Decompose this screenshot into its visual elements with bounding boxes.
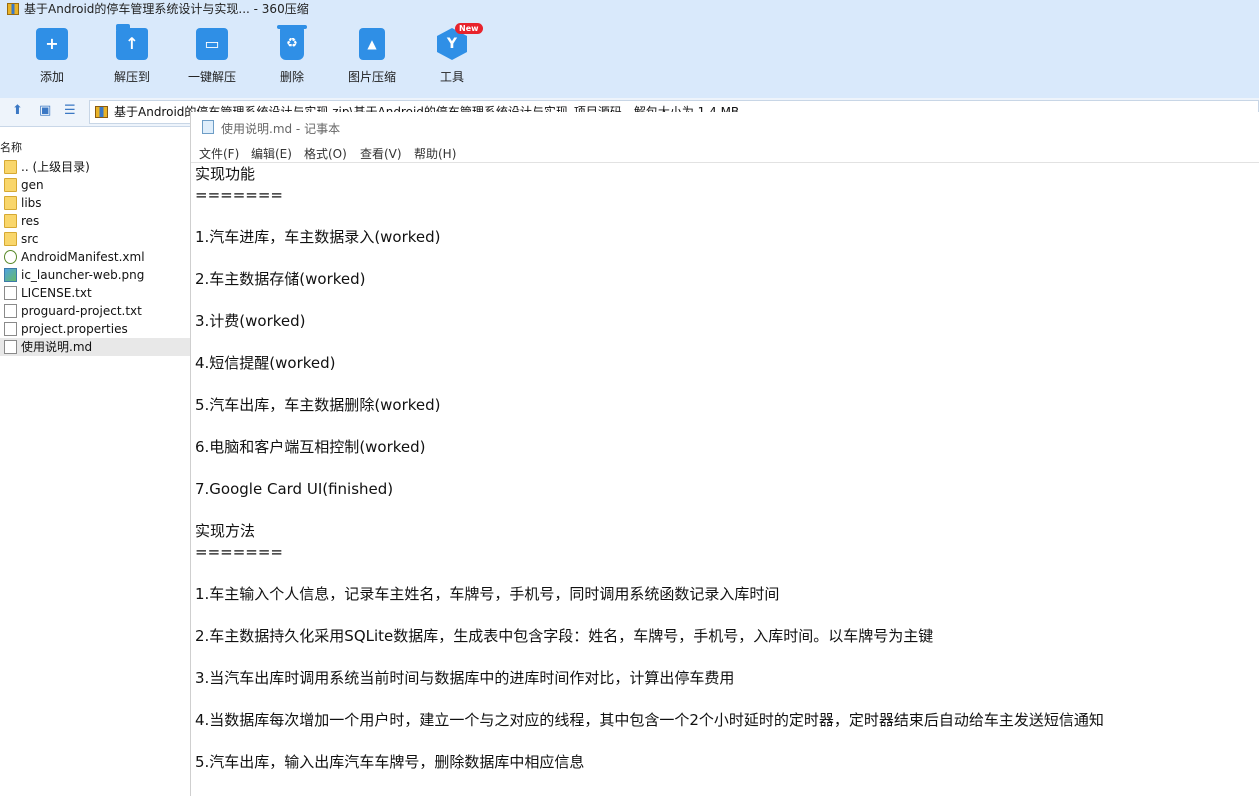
text-file-icon <box>4 286 17 300</box>
tools-label: 工具 <box>439 70 464 84</box>
thumbnail-view-icon[interactable]: ▣ <box>39 104 51 118</box>
image-compress-button[interactable]: ▲ 图片压缩 <box>337 28 407 85</box>
list-item-src[interactable]: src <box>0 230 190 248</box>
text-line: 实现方法 <box>195 522 256 540</box>
notepad-icon <box>202 120 214 134</box>
notepad-titlebar: 使用说明.md - 记事本 <box>191 112 1259 142</box>
menu-view[interactable]: 查看(V) <box>360 145 402 162</box>
text-line: 1.汽车进库，车主数据录入(worked) <box>195 228 441 246</box>
extract-to-icon: ↑ <box>116 24 148 60</box>
text-file-icon <box>4 304 17 318</box>
text-line: ======= <box>195 543 283 561</box>
text-line: 2.车主数据存储(worked) <box>195 270 366 288</box>
archive-icon <box>95 106 108 118</box>
menu-help[interactable]: 帮助(H) <box>414 145 456 162</box>
text-line: 1.车主输入个人信息，记录车主姓名，车牌号，手机号，同时调用系统函数记录入库时间 <box>195 585 780 603</box>
file-list: .. (上级目录) gen libs res src AndroidManife… <box>0 158 190 356</box>
text-line: 4.短信提醒(worked) <box>195 354 336 372</box>
folder-icon <box>4 232 17 246</box>
window-title: 基于Android的停车管理系统设计与实现... - 360压缩 <box>24 2 309 16</box>
add-icon: + <box>36 28 68 60</box>
text-line: ======= <box>195 186 283 204</box>
list-item-manifest[interactable]: AndroidManifest.xml <box>0 248 190 266</box>
extract-to-label: 解压到 <box>113 70 150 84</box>
list-item-launcher-png[interactable]: ic_launcher-web.png <box>0 266 190 284</box>
tools-button[interactable]: Y 工具 <box>417 28 487 85</box>
one-click-extract-label: 一键解压 <box>187 70 236 84</box>
list-item-readme[interactable]: 使用说明.md <box>0 338 190 356</box>
menu-format[interactable]: 格式(O) <box>304 145 347 162</box>
text-file-icon <box>4 322 17 336</box>
list-item-properties[interactable]: project.properties <box>0 320 190 338</box>
folder-icon <box>4 178 17 192</box>
text-file-icon <box>4 340 17 354</box>
notepad-window: 使用说明.md - 记事本 文件(F) 编辑(E) 格式(O) 查看(V) 帮助… <box>190 112 1259 796</box>
notepad-title: 使用说明.md - 记事本 <box>221 122 341 136</box>
text-line: 6.电脑和客户端互相控制(worked) <box>195 438 426 456</box>
notepad-text-area[interactable]: 实现功能 ======= 1.汽车进库，车主数据录入(worked) 2.车主数… <box>191 162 1259 797</box>
folder-icon <box>4 214 17 228</box>
menu-edit[interactable]: 编辑(E) <box>251 145 292 162</box>
text-line: 实现功能 <box>195 165 256 183</box>
folder-icon <box>4 160 17 174</box>
image-compress-icon: ▲ <box>359 28 385 60</box>
add-button[interactable]: + 添加 <box>17 28 87 85</box>
list-item-parent[interactable]: .. (上级目录) <box>0 158 190 176</box>
list-item-res[interactable]: res <box>0 212 190 230</box>
list-item-license[interactable]: LICENSE.txt <box>0 284 190 302</box>
one-click-extract-icon: ▭ <box>196 28 228 60</box>
up-arrow-icon[interactable]: ⬆ <box>12 104 23 118</box>
delete-label: 删除 <box>279 70 304 84</box>
text-line: 3.计费(worked) <box>195 312 306 330</box>
notepad-menubar: 文件(F) 编辑(E) 格式(O) 查看(V) 帮助(H) <box>191 142 1259 162</box>
list-item-proguard[interactable]: proguard-project.txt <box>0 302 190 320</box>
image-file-icon <box>4 268 17 282</box>
list-item-gen[interactable]: gen <box>0 176 190 194</box>
text-line: 3.当汽车出库时调用系统当前时间与数据库中的进库时间作对比，计算出停车费用 <box>195 669 735 687</box>
delete-button[interactable]: ♻ 删除 <box>257 25 327 85</box>
xml-file-icon <box>4 250 17 264</box>
image-compress-label: 图片压缩 <box>347 70 396 84</box>
list-item-libs[interactable]: libs <box>0 194 190 212</box>
name-column-header[interactable]: 名称 <box>0 139 22 155</box>
text-line: 5.汽车出库，输入出库汽车车牌号，删除数据库中相应信息 <box>195 753 585 771</box>
list-view-icon[interactable]: ☰ <box>64 104 76 118</box>
extract-to-button[interactable]: ↑ 解压到 <box>97 24 167 85</box>
folder-icon <box>4 196 17 210</box>
one-click-extract-button[interactable]: ▭ 一键解压 <box>177 28 247 85</box>
add-label: 添加 <box>39 70 64 84</box>
delete-icon: ♻ <box>277 25 307 60</box>
text-line: 2.车主数据持久化采用SQLite数据库，生成表中包含字段：姓名，车牌号，手机号… <box>195 627 934 645</box>
text-line: 7.Google Card UI(finished) <box>195 480 394 498</box>
menu-file[interactable]: 文件(F) <box>199 145 239 162</box>
text-line: 5.汽车出库，车主数据删除(worked) <box>195 396 441 414</box>
toolbar-area: 基于Android的停车管理系统设计与实现... - 360压缩 + 添加 ↑ … <box>0 0 1259 98</box>
new-badge: New <box>455 23 483 34</box>
text-line: 4.当数据库每次增加一个用户时，建立一个与之对应的线程，其中包含一个2个小时延时… <box>195 711 1104 729</box>
